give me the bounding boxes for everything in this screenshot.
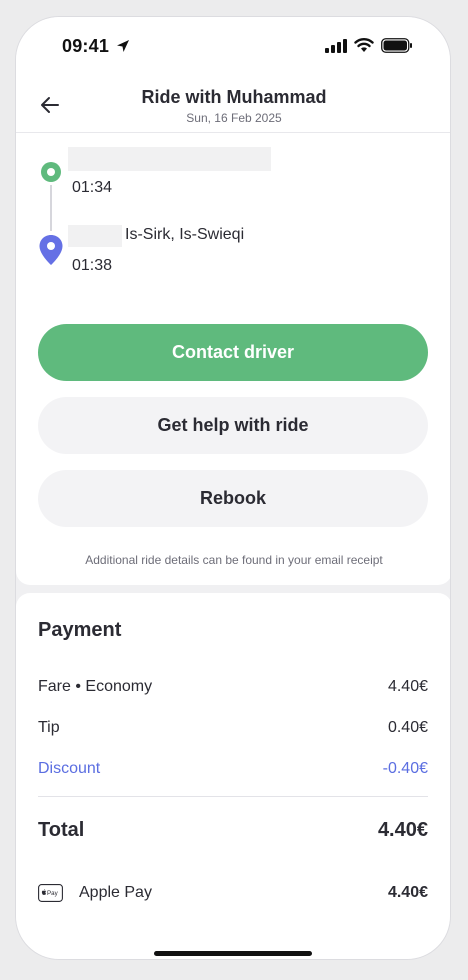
svg-text:Pay: Pay [47,890,59,897]
battery-icon [381,38,412,53]
fare-value: 4.40€ [387,678,428,695]
pickup-time: 01:34 [72,179,113,196]
payment-divider [38,796,428,797]
discount-label: Discount [38,760,101,777]
payment-card: Payment Fare • Economy 4.40€ Tip 0.40€ D… [16,593,450,959]
redacted-pickup-address [68,147,271,171]
home-indicator[interactable] [154,951,312,956]
ride-route: 01:34 Is-Sirk, Is-Swieqi 01:38 [16,137,450,287]
ride-date: Sun, 16 Feb 2025 [186,111,282,125]
discount-value: -0.40€ [382,760,428,777]
payment-method-label: Apple Pay [79,884,152,901]
phone-frame: 09:41 Ride with Muhammad Sun, 16 Feb 202… [15,16,451,960]
wifi-icon [354,38,374,52]
payment-method-amount: 4.40€ [387,884,428,901]
dropoff-address: Is-Sirk, Is-Swieqi [125,226,245,243]
receipt-note: Additional ride details can be found in … [85,553,383,567]
ride-details-card: 09:41 Ride with Muhammad Sun, 16 Feb 202… [16,17,450,585]
dropoff-pin-icon [39,235,63,265]
total-label: Total [38,819,85,841]
tip-label: Tip [38,719,60,736]
tip-value: 0.40€ [387,719,428,736]
page-header: Ride with Muhammad Sun, 16 Feb 2025 [16,75,450,133]
location-arrow-icon [117,40,129,52]
rebook-button[interactable]: Rebook [38,470,428,527]
route-connector [50,185,52,231]
apple-pay-icon: Pay [38,884,63,902]
total-value: 4.40€ [377,819,428,841]
fare-label: Fare • Economy [38,678,153,695]
status-bar: 09:41 [16,17,450,75]
cellular-signal-icon [325,39,347,53]
payment-title: Payment [38,619,122,641]
get-help-button[interactable]: Get help with ride [38,397,428,454]
redacted-dropoff-address [68,225,122,247]
status-time: 09:41 [62,36,110,56]
page-title: Ride with Muhammad [141,87,327,107]
dropoff-time: 01:38 [72,257,113,274]
pickup-dot-icon [41,162,61,182]
contact-driver-button[interactable]: Contact driver [38,324,428,381]
